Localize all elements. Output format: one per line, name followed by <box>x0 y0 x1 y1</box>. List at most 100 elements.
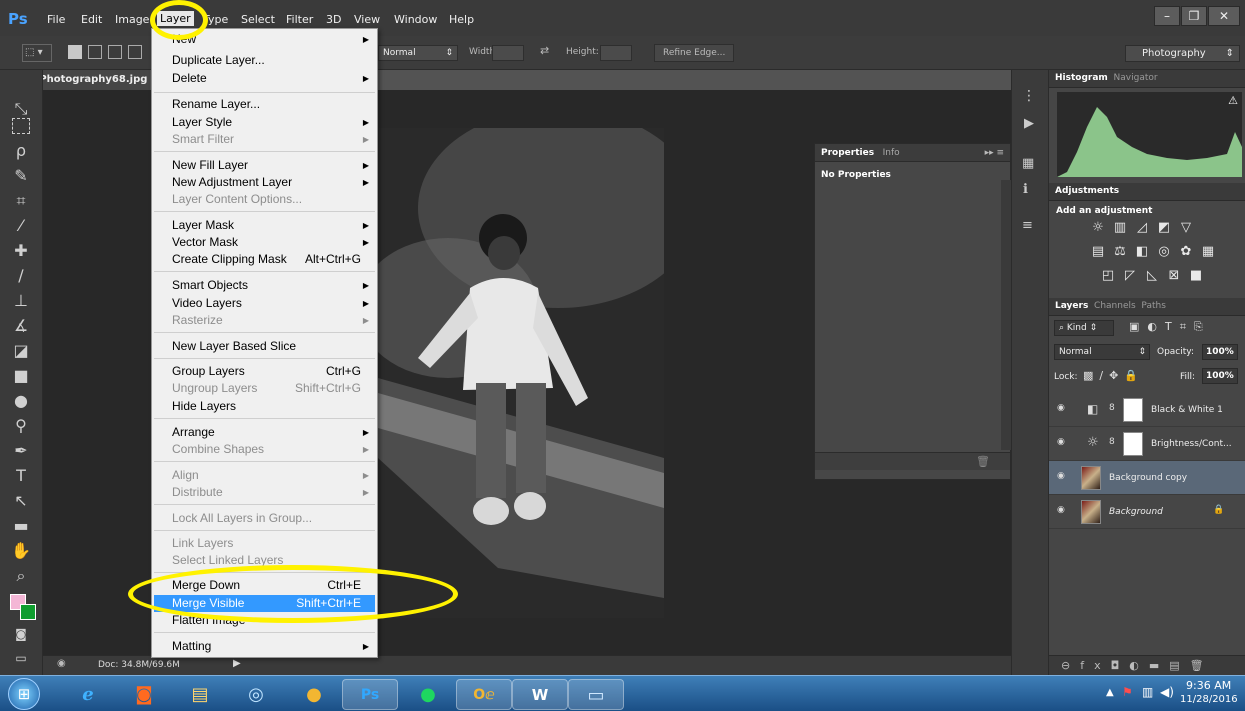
type-tool-icon[interactable]: T <box>10 465 32 487</box>
status-menu-arrow-icon[interactable]: ▶ <box>233 658 241 669</box>
menu-item-smart-objects[interactable]: Smart Objects ▶ <box>154 277 375 294</box>
layer-row[interactable]: ◉ ◧ 8 Black & White 1 <box>1049 393 1245 427</box>
menu-item-video-layers[interactable]: Video Layers ▶ <box>154 295 375 312</box>
vibrance-icon[interactable]: ▽ <box>1175 220 1197 235</box>
workspace-select[interactable]: Photography ⇕ <box>1125 45 1240 62</box>
marquee-preset-picker[interactable]: ⬚ ▾ <box>22 44 52 62</box>
height-field[interactable] <box>600 45 632 61</box>
quick-mask-icon[interactable]: ◙ <box>10 623 32 645</box>
visibility-eye-icon[interactable]: ◉ <box>1057 403 1065 413</box>
paragraph-icon[interactable]: ≡ <box>1022 218 1033 233</box>
dodge-tool-icon[interactable]: ⚲ <box>10 415 32 437</box>
clone-stamp-tool-icon[interactable]: ⊥ <box>10 290 32 312</box>
channel-mixer-icon[interactable]: ✿ <box>1175 244 1197 259</box>
history-icon[interactable]: ⋮ <box>1022 88 1036 104</box>
menu-item-layer-style[interactable]: Layer Style ▶ <box>154 114 375 131</box>
style-select[interactable]: Normal ⇕ <box>378 45 458 61</box>
clock-date[interactable]: 11/28/2016 <box>1180 694 1238 705</box>
document-image[interactable] <box>378 128 664 618</box>
menu-item-link-layers[interactable]: Link Layers <box>154 535 375 552</box>
black-white-icon[interactable]: ◧ <box>1131 244 1153 259</box>
menu-select[interactable]: Select <box>241 13 275 26</box>
hand-tool-icon[interactable]: ✋ <box>10 540 32 562</box>
lock-icons[interactable]: ▩∕✥🔒 <box>1083 369 1144 382</box>
menu-item-new-adjustment-layer[interactable]: New Adjustment Layer ▶ <box>154 174 375 191</box>
background-color-swatch[interactable] <box>20 604 36 620</box>
menu-item-new-fill-layer[interactable]: New Fill Layer ▶ <box>154 157 375 174</box>
layer-filter-select[interactable]: ⌕ Kind ⇕ <box>1054 320 1114 336</box>
menu-item-layer-content-options[interactable]: Layer Content Options... <box>154 191 375 208</box>
layer-thumbnail[interactable] <box>1081 466 1101 490</box>
menu-item-delete[interactable]: Delete ▶ <box>154 70 375 87</box>
internet-explorer-icon[interactable]: e <box>60 679 116 710</box>
menu-item-arrange[interactable]: Arrange ▶ <box>154 424 375 441</box>
photo-viewer-icon[interactable]: ▭ <box>568 679 624 710</box>
hue-saturation-icon[interactable]: ▤ <box>1087 244 1109 259</box>
quick-select-tool-icon[interactable]: ✎ <box>10 165 32 187</box>
refine-edge-button[interactable]: Refine Edge... <box>654 44 735 62</box>
eyedropper-tool-icon[interactable]: ⁄ <box>10 215 32 237</box>
healing-brush-tool-icon[interactable]: ✚ <box>10 240 32 262</box>
menu-item-lock-all-layers[interactable]: Lock All Layers in Group... <box>154 510 375 527</box>
tray-volume-icon[interactable]: ◀) <box>1160 685 1174 699</box>
tray-network-icon[interactable]: ▥ <box>1142 685 1153 699</box>
width-field[interactable] <box>492 45 524 61</box>
screen-mode-icon[interactable]: ▭ <box>10 647 32 669</box>
close-button[interactable]: ✕ <box>1208 6 1240 26</box>
menu-image[interactable]: Image <box>115 13 149 26</box>
menu-edit[interactable]: Edit <box>81 13 102 26</box>
fill-field[interactable]: 100% <box>1202 368 1238 384</box>
delete-icon[interactable]: 🗑 <box>976 455 990 468</box>
history-brush-tool-icon[interactable]: ∡ <box>10 315 32 337</box>
layer-thumbnail[interactable] <box>1081 500 1101 524</box>
menu-view[interactable]: View <box>354 13 380 26</box>
crop-tool-icon[interactable]: ⌗ <box>10 190 32 212</box>
blur-tool-icon[interactable]: ● <box>10 390 32 412</box>
layer-mask-thumb[interactable] <box>1123 398 1143 422</box>
intersect-selection-icon[interactable] <box>128 45 142 59</box>
visibility-eye-icon[interactable]: ◉ <box>1057 505 1065 515</box>
photoshop-taskbar-icon[interactable]: Ps <box>342 679 398 710</box>
menu-window[interactable]: Window <box>394 13 437 26</box>
opacity-field[interactable]: 100% <box>1202 344 1238 360</box>
photo-filter-icon[interactable]: ◎ <box>1153 244 1175 259</box>
tab-histogram[interactable]: Histogram <box>1055 73 1108 83</box>
menu-item-duplicate-layer[interactable]: Duplicate Layer... <box>154 52 375 69</box>
menu-filter[interactable]: Filter <box>286 13 313 26</box>
rectangle-tool-icon[interactable]: ▬ <box>10 515 32 537</box>
menu-item-matting[interactable]: Matting ▶ <box>154 638 375 655</box>
path-selection-tool-icon[interactable]: ↖ <box>10 490 32 512</box>
tab-paths[interactable]: Paths <box>1141 301 1165 311</box>
menu-file[interactable]: File <box>47 13 65 26</box>
lasso-tool-icon[interactable]: ρ <box>10 140 32 162</box>
brush-tool-icon[interactable]: ∕ <box>10 265 32 287</box>
menu-item-align[interactable]: Align ▶ <box>154 467 375 484</box>
subtract-selection-icon[interactable] <box>108 45 122 59</box>
spotify-icon[interactable]: ● <box>400 679 456 710</box>
chain-link-icon[interactable]: 8 <box>1109 403 1115 413</box>
exposure-icon[interactable]: ◩ <box>1153 220 1175 235</box>
menu-help[interactable]: Help <box>449 13 474 26</box>
properties-scrollbar[interactable] <box>1001 180 1011 450</box>
menu-item-vector-mask[interactable]: Vector Mask ▶ <box>154 234 375 251</box>
minimize-button[interactable]: – <box>1154 6 1180 26</box>
new-selection-icon[interactable] <box>68 45 82 59</box>
menu-item-layer-mask[interactable]: Layer Mask ▶ <box>154 217 375 234</box>
levels-icon[interactable]: ▥ <box>1109 220 1131 235</box>
menu-3d[interactable]: 3D <box>326 13 341 26</box>
marquee-tool-icon[interactable] <box>12 118 30 134</box>
brush-presets-icon[interactable]: ▦ <box>1022 156 1034 171</box>
invert-icon[interactable]: ◰ <box>1097 268 1119 283</box>
menu-item-distribute[interactable]: Distribute ▶ <box>154 484 375 501</box>
layer-row[interactable]: ◉ ☼ 8 Brightness/Cont... <box>1049 427 1245 461</box>
clock-time[interactable]: 9:36 AM <box>1186 679 1231 692</box>
tab-channels[interactable]: Channels <box>1094 301 1136 311</box>
layer-filter-icons[interactable]: ▣◐T⌗⎘ <box>1129 320 1211 334</box>
posterize-icon[interactable]: ◸ <box>1119 268 1141 283</box>
tray-flag-icon[interactable]: ⚑ <box>1122 685 1133 699</box>
tab-info[interactable]: Info <box>883 148 900 158</box>
tab-navigator[interactable]: Navigator <box>1114 73 1158 83</box>
menu-item-rename-layer[interactable]: Rename Layer... <box>154 96 375 113</box>
panel-menu-icon[interactable]: ▸▸ ≡ <box>985 148 1004 158</box>
eraser-tool-icon[interactable]: ◪ <box>10 340 32 362</box>
